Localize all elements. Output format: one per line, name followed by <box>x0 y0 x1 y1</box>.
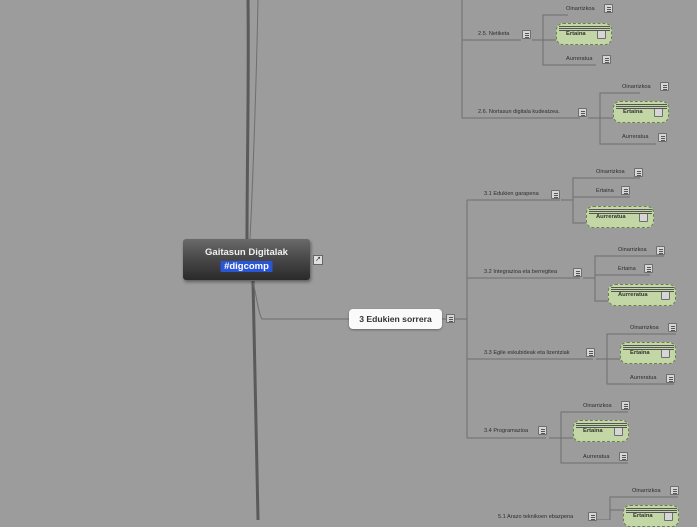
note-icon[interactable] <box>604 4 613 13</box>
note-icon[interactable] <box>522 30 531 39</box>
level-basic[interactable]: Oinarrizkoa <box>566 6 595 12</box>
note-icon[interactable] <box>573 268 582 277</box>
level-adv[interactable]: Aurreratua <box>622 134 648 140</box>
note-icon[interactable] <box>602 55 611 64</box>
link-icon[interactable]: ↗ <box>313 255 323 265</box>
note-icon[interactable] <box>551 190 560 199</box>
level-mid-label: Ertaina <box>633 513 653 519</box>
note-icon[interactable] <box>658 133 667 142</box>
subtopic-integrazioa[interactable]: 3.2 Integrazioa eta berregitea <box>484 269 557 275</box>
level-mid-highlighted[interactable]: Ertaina <box>620 342 676 364</box>
level-mid-label: Ertaina <box>623 109 643 115</box>
note-icon[interactable] <box>619 452 628 461</box>
note-icon[interactable] <box>597 29 606 39</box>
level-adv-label: Aurreratua <box>618 292 648 298</box>
level-adv[interactable]: Aurreratua <box>630 375 656 381</box>
level-adv[interactable]: Aurreratua <box>583 454 609 460</box>
note-icon[interactable] <box>586 348 595 357</box>
level-adv[interactable]: Aurreratua <box>566 56 592 62</box>
level-basic[interactable]: Oinarrizkoa <box>618 247 647 253</box>
level-mid[interactable]: Ertaina <box>596 188 614 194</box>
level-mid-label: Ertaina <box>583 428 603 434</box>
level-adv-highlighted[interactable]: Aurreratua <box>586 206 654 228</box>
note-icon[interactable] <box>664 511 673 521</box>
level-mid-highlighted[interactable]: Ertaina <box>556 23 612 45</box>
level-mid-label: Ertaina <box>630 350 650 356</box>
level-adv-label: Aurreratua <box>596 214 626 220</box>
note-icon[interactable] <box>639 212 648 222</box>
central-topic-tag: #digcomp <box>220 261 273 272</box>
branch-label: 3 Edukien sorrera <box>359 314 432 324</box>
level-mid-highlighted[interactable]: Ertaina <box>613 101 669 123</box>
level-basic[interactable]: Oinarrizkoa <box>632 488 661 494</box>
note-icon[interactable] <box>644 264 653 273</box>
level-mid-highlighted[interactable]: Ertaina <box>623 505 679 527</box>
note-icon[interactable] <box>621 186 630 195</box>
note-icon[interactable] <box>668 323 677 332</box>
note-icon[interactable] <box>660 82 669 91</box>
note-icon[interactable] <box>621 401 630 410</box>
level-basic[interactable]: Oinarrizkoa <box>622 84 651 90</box>
note-icon[interactable] <box>578 108 587 117</box>
subtopic-netiketa[interactable]: 2.5. Netiketa <box>478 31 509 37</box>
branch-edukien-sorrera[interactable]: 3 Edukien sorrera <box>349 309 442 329</box>
subtopic-arazo-teknikoak[interactable]: 5.1 Arazo teknikoen ebazpena <box>498 514 573 520</box>
subtopic-edukien-garapena[interactable]: 3.1 Edukien garapena <box>484 191 539 197</box>
level-mid[interactable]: Ertaina <box>618 266 636 272</box>
level-basic[interactable]: Oinarrizkoa <box>630 325 659 331</box>
note-icon[interactable] <box>670 486 679 495</box>
mindmap-connectors <box>245 0 678 520</box>
level-basic[interactable]: Oinarrizkoa <box>596 169 625 175</box>
level-adv-highlighted[interactable]: Aurreratua <box>608 284 676 306</box>
note-icon[interactable] <box>634 168 643 177</box>
subtopic-nortasun-digitala[interactable]: 2.6. Nortasun digitala kudeatzea. <box>478 109 560 115</box>
note-icon[interactable] <box>654 107 663 117</box>
note-icon[interactable] <box>614 426 623 436</box>
note-icon[interactable] <box>656 246 665 255</box>
subtopic-programazioa[interactable]: 3.4 Programazioa <box>484 428 528 434</box>
level-basic[interactable]: Oinarrizkoa <box>583 403 612 409</box>
note-icon[interactable] <box>446 314 455 323</box>
note-icon[interactable] <box>661 290 670 300</box>
central-topic[interactable]: Gaitasun Digitalak #digcomp <box>183 239 310 280</box>
note-icon[interactable] <box>661 348 670 358</box>
subtopic-egile-eskubideak[interactable]: 3.3 Egile eskubideak eta lizentziak <box>484 350 570 356</box>
note-icon[interactable] <box>538 426 547 435</box>
central-topic-title: Gaitasun Digitalak <box>205 247 288 258</box>
level-mid-label: Ertaina <box>566 31 586 37</box>
level-mid-highlighted[interactable]: Ertaina <box>573 420 629 442</box>
note-icon[interactable] <box>666 374 675 383</box>
